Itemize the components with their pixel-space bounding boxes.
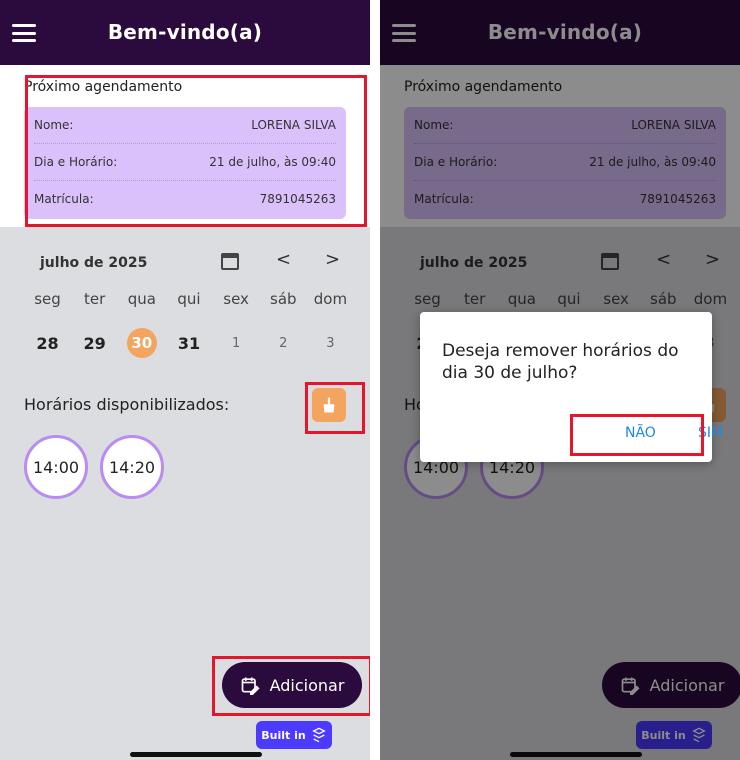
date-cell[interactable]: 1 [213,327,260,359]
flutterflow-logo-icon [311,727,326,743]
weekday-label: dom [313,290,348,308]
home-indicator [130,752,262,757]
right-screen: Bem-vindo(a) Próximo agendamento Nome: L… [380,0,740,760]
built-in-label: Built in [261,728,306,742]
month-label: julho de 2025 [40,255,148,271]
weekday-label: seg [34,290,61,308]
top-bar: Bem-vindo(a) [0,0,370,65]
highlight-box [305,382,365,434]
slot-list: 14:00 14:20 [24,435,164,499]
canvas: Bem-vindo(a) Próximo agendamento Nome: L… [0,0,740,760]
highlight-box [25,75,367,227]
calendar-icon[interactable] [221,253,239,270]
weekday-label: qua [127,290,156,308]
date-cell-selected[interactable]: 30 [118,327,165,359]
chevron-left-icon[interactable]: < [276,249,291,270]
date-cell[interactable]: 28 [24,327,71,359]
page-title: Bem-vindo(a) [107,20,263,44]
weekday-label: sex [223,290,249,308]
date-cell[interactable]: 3 [307,327,354,359]
built-in-badge[interactable]: Built in [256,721,332,749]
weekday-label: ter [84,290,106,308]
time-slot[interactable]: 14:00 [24,435,88,499]
left-screen: Bem-vindo(a) Próximo agendamento Nome: L… [0,0,370,760]
highlight-box [212,656,370,716]
date-cell[interactable]: 29 [71,327,118,359]
selected-date: 30 [126,328,157,358]
highlight-box [570,414,704,456]
weekday-label: qui [177,290,201,308]
chevron-right-icon[interactable]: > [325,249,340,270]
dialog-message: Deseja remover horários do dia 30 de jul… [442,341,679,383]
date-row: 28 29 30 31 1 2 3 [24,327,354,359]
available-heading: Horários disponibilizados: [24,395,230,414]
weekday-label: sáb [270,290,297,308]
date-cell[interactable]: 31 [165,327,212,359]
time-slot[interactable]: 14:20 [100,435,164,499]
date-cell[interactable]: 2 [260,327,307,359]
weekday-row: seg ter qua qui sex sáb dom [24,290,354,308]
